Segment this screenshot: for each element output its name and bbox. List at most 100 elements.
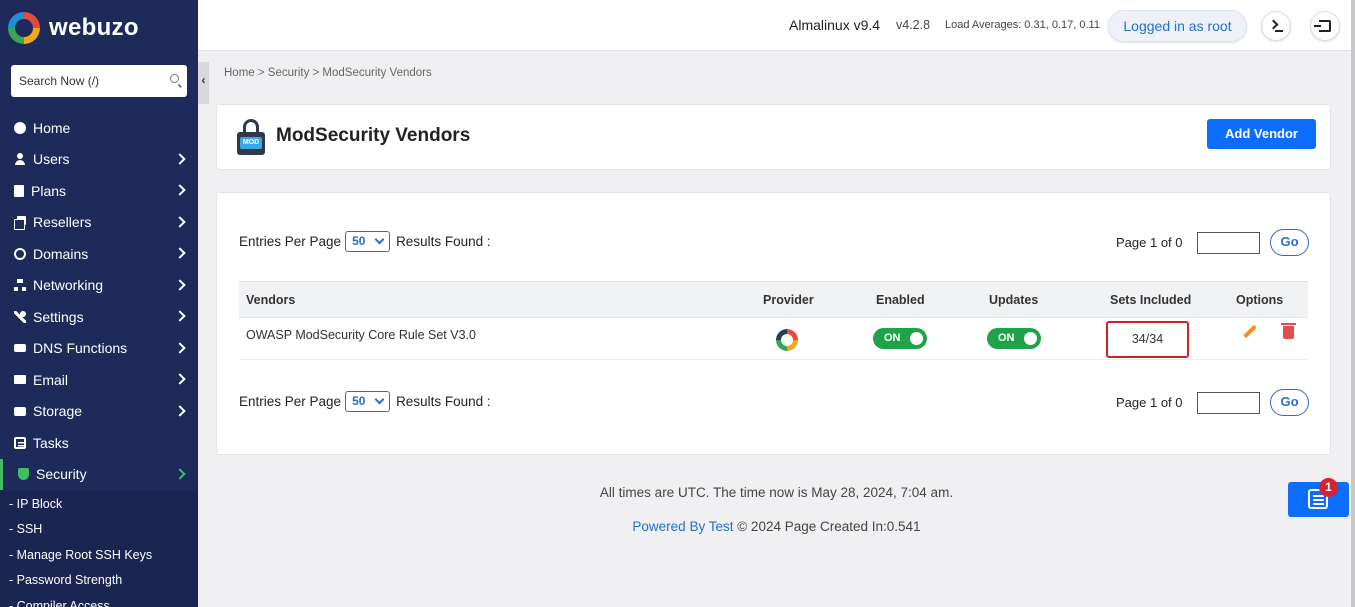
sidebar-item-label: Home <box>33 119 71 136</box>
sidebar-item-resellers[interactable]: Resellers <box>0 207 198 239</box>
sidebar-collapse-button[interactable]: ‹ <box>198 62 209 104</box>
modsecurity-lock-icon: MOD <box>237 119 265 155</box>
page-title: ModSecurity Vendors <box>276 125 471 146</box>
logged-in-button[interactable]: Logged in as root <box>1108 10 1247 42</box>
sidebar-item-tasks[interactable]: Tasks <box>0 427 198 459</box>
sidebar-item-dns-functions[interactable]: DNS Functions <box>0 333 198 365</box>
provider-logo-icon <box>776 329 798 351</box>
terminal-icon <box>1270 20 1283 32</box>
page-scrollbar[interactable] <box>1351 0 1355 607</box>
sidebar-item-storage[interactable]: Storage <box>0 396 198 428</box>
sidebar-item-email[interactable]: Email <box>0 364 198 396</box>
topbar: Almalinux v9.4 v4.2.8 Load Averages: 0.3… <box>198 0 1355 51</box>
page-number-input[interactable] <box>1197 232 1260 254</box>
subnav-item-root-ssh-keys[interactable]: - Manage Root SSH Keys <box>0 542 198 568</box>
network-icon <box>14 279 26 292</box>
delete-trash-icon[interactable] <box>1281 323 1296 339</box>
subnav-item-ip-block[interactable]: - IP Block <box>0 491 198 517</box>
page-number-input[interactable] <box>1197 392 1260 414</box>
vendor-name: OWASP ModSecurity Core Rule Set V3.0 <box>246 328 476 342</box>
chevron-right-icon <box>174 215 186 228</box>
entries-per-page-top: Entries Per Page 50 Results Found : <box>239 231 491 252</box>
sidebar-nav: Home Users Plans Resellers Domains Netwo… <box>0 112 198 490</box>
footer-time: All times are UTC. The time now is May 2… <box>599 485 954 500</box>
envelope-icon <box>14 375 26 385</box>
enabled-toggle[interactable]: ON <box>873 328 927 349</box>
entries-select[interactable]: 50 <box>345 391 391 412</box>
powered-by-link[interactable]: Powered By Test <box>632 519 733 534</box>
user-icon <box>14 153 26 166</box>
logout-icon <box>1314 20 1331 32</box>
entries-label: Entries Per Page <box>239 394 342 409</box>
sidebar-item-domains[interactable]: Domains <box>0 238 198 270</box>
edit-pencil-icon[interactable] <box>1243 325 1257 339</box>
entries-select[interactable]: 50 <box>345 231 391 252</box>
sidebar-item-plans[interactable]: Plans <box>0 175 198 207</box>
search-icon[interactable] <box>170 74 179 83</box>
col-options: Options <box>1236 293 1284 307</box>
chevron-right-icon <box>174 278 186 291</box>
subnav-item-ssh[interactable]: - SSH <box>0 517 198 543</box>
chevron-right-icon <box>174 310 186 322</box>
col-vendors: Vendors <box>246 293 296 307</box>
credit-text: © 2024 Page Created In:0.541 <box>737 519 921 534</box>
search-input[interactable] <box>11 65 151 97</box>
chevron-right-icon <box>174 373 186 385</box>
sidebar-item-label: Domains <box>33 245 89 262</box>
news-button[interactable]: 1 <box>1288 478 1349 517</box>
sidebar-item-home[interactable]: Home <box>0 112 198 144</box>
chevron-right-icon <box>174 247 186 259</box>
sidebar-item-networking[interactable]: Networking <box>0 270 198 302</box>
results-label: Results Found : <box>396 394 491 409</box>
sidebar-item-security[interactable]: Security <box>0 458 198 490</box>
home-icon <box>14 121 26 134</box>
subnav-item-password-strength[interactable]: - Password Strength <box>0 568 198 594</box>
page-info: Page 1 of 0 <box>1116 235 1183 250</box>
sidebar-item-label: Security <box>36 466 87 483</box>
sidebar-item-users[interactable]: Users <box>0 144 198 176</box>
hdd-icon <box>14 406 26 416</box>
list-icon <box>14 436 26 449</box>
vendors-table: Vendors Provider Enabled Updates Sets In… <box>239 281 1308 360</box>
sidebar-item-label: Email <box>33 371 69 388</box>
entries-per-page-bottom: Entries Per Page 50 Results Found : <box>239 391 491 412</box>
sidebar-item-label: Tasks <box>33 434 69 451</box>
terminal-button[interactable] <box>1261 11 1291 41</box>
page-header-card: MOD ModSecurity Vendors Add Vendor <box>216 104 1331 170</box>
clone-icon <box>14 216 26 231</box>
chevron-right-icon <box>174 341 186 354</box>
add-vendor-button[interactable]: Add Vendor <box>1207 119 1316 149</box>
go-button[interactable]: Go <box>1270 389 1309 416</box>
breadcrumb[interactable]: Home > Security > ModSecurity Vendors <box>224 67 432 79</box>
entries-label: Entries Per Page <box>239 234 342 249</box>
chevron-right-icon <box>174 404 186 417</box>
search-box <box>11 65 187 97</box>
table-header: Vendors Provider Enabled Updates Sets In… <box>239 281 1308 318</box>
sidebar-item-label: Resellers <box>33 214 92 231</box>
vendors-card: Entries Per Page 50 Results Found : Page… <box>216 192 1331 455</box>
mod-tag: MOD <box>240 137 262 149</box>
sidebar-item-settings[interactable]: Settings <box>0 301 198 333</box>
brand-name: webuzo <box>49 14 139 41</box>
sidebar-item-label: Networking <box>33 277 104 294</box>
notification-badge: 1 <box>1319 478 1338 497</box>
updates-toggle[interactable]: ON <box>987 328 1041 349</box>
book-icon <box>14 184 24 197</box>
page-info: Page 1 of 0 <box>1116 395 1183 410</box>
dns-icon <box>14 342 26 354</box>
logout-button[interactable] <box>1310 11 1340 41</box>
os-name: Almalinux v9.4 <box>789 17 881 33</box>
webuzo-logo-icon <box>8 12 40 44</box>
sidebar-item-label: Plans <box>31 182 67 199</box>
shield-icon <box>18 468 29 481</box>
load-averages: Load Averages: 0.31, 0.17, 0.11 <box>945 19 1100 31</box>
footer-credit: Powered By Test © 2024 Page Created In:0… <box>198 519 1355 534</box>
sidebar: webuzo Home Users Plans Resellers Domain… <box>0 0 198 607</box>
sidebar-item-label: DNS Functions <box>33 340 128 357</box>
sidebar-item-label: Storage <box>33 403 83 420</box>
chevron-right-icon <box>174 467 186 480</box>
brand[interactable]: webuzo <box>8 10 139 46</box>
go-button[interactable]: Go <box>1270 229 1309 256</box>
subnav-item-compiler-access[interactable]: - Compiler Access <box>0 593 198 607</box>
security-subnav: - IP Block - SSH - Manage Root SSH Keys … <box>0 491 198 607</box>
